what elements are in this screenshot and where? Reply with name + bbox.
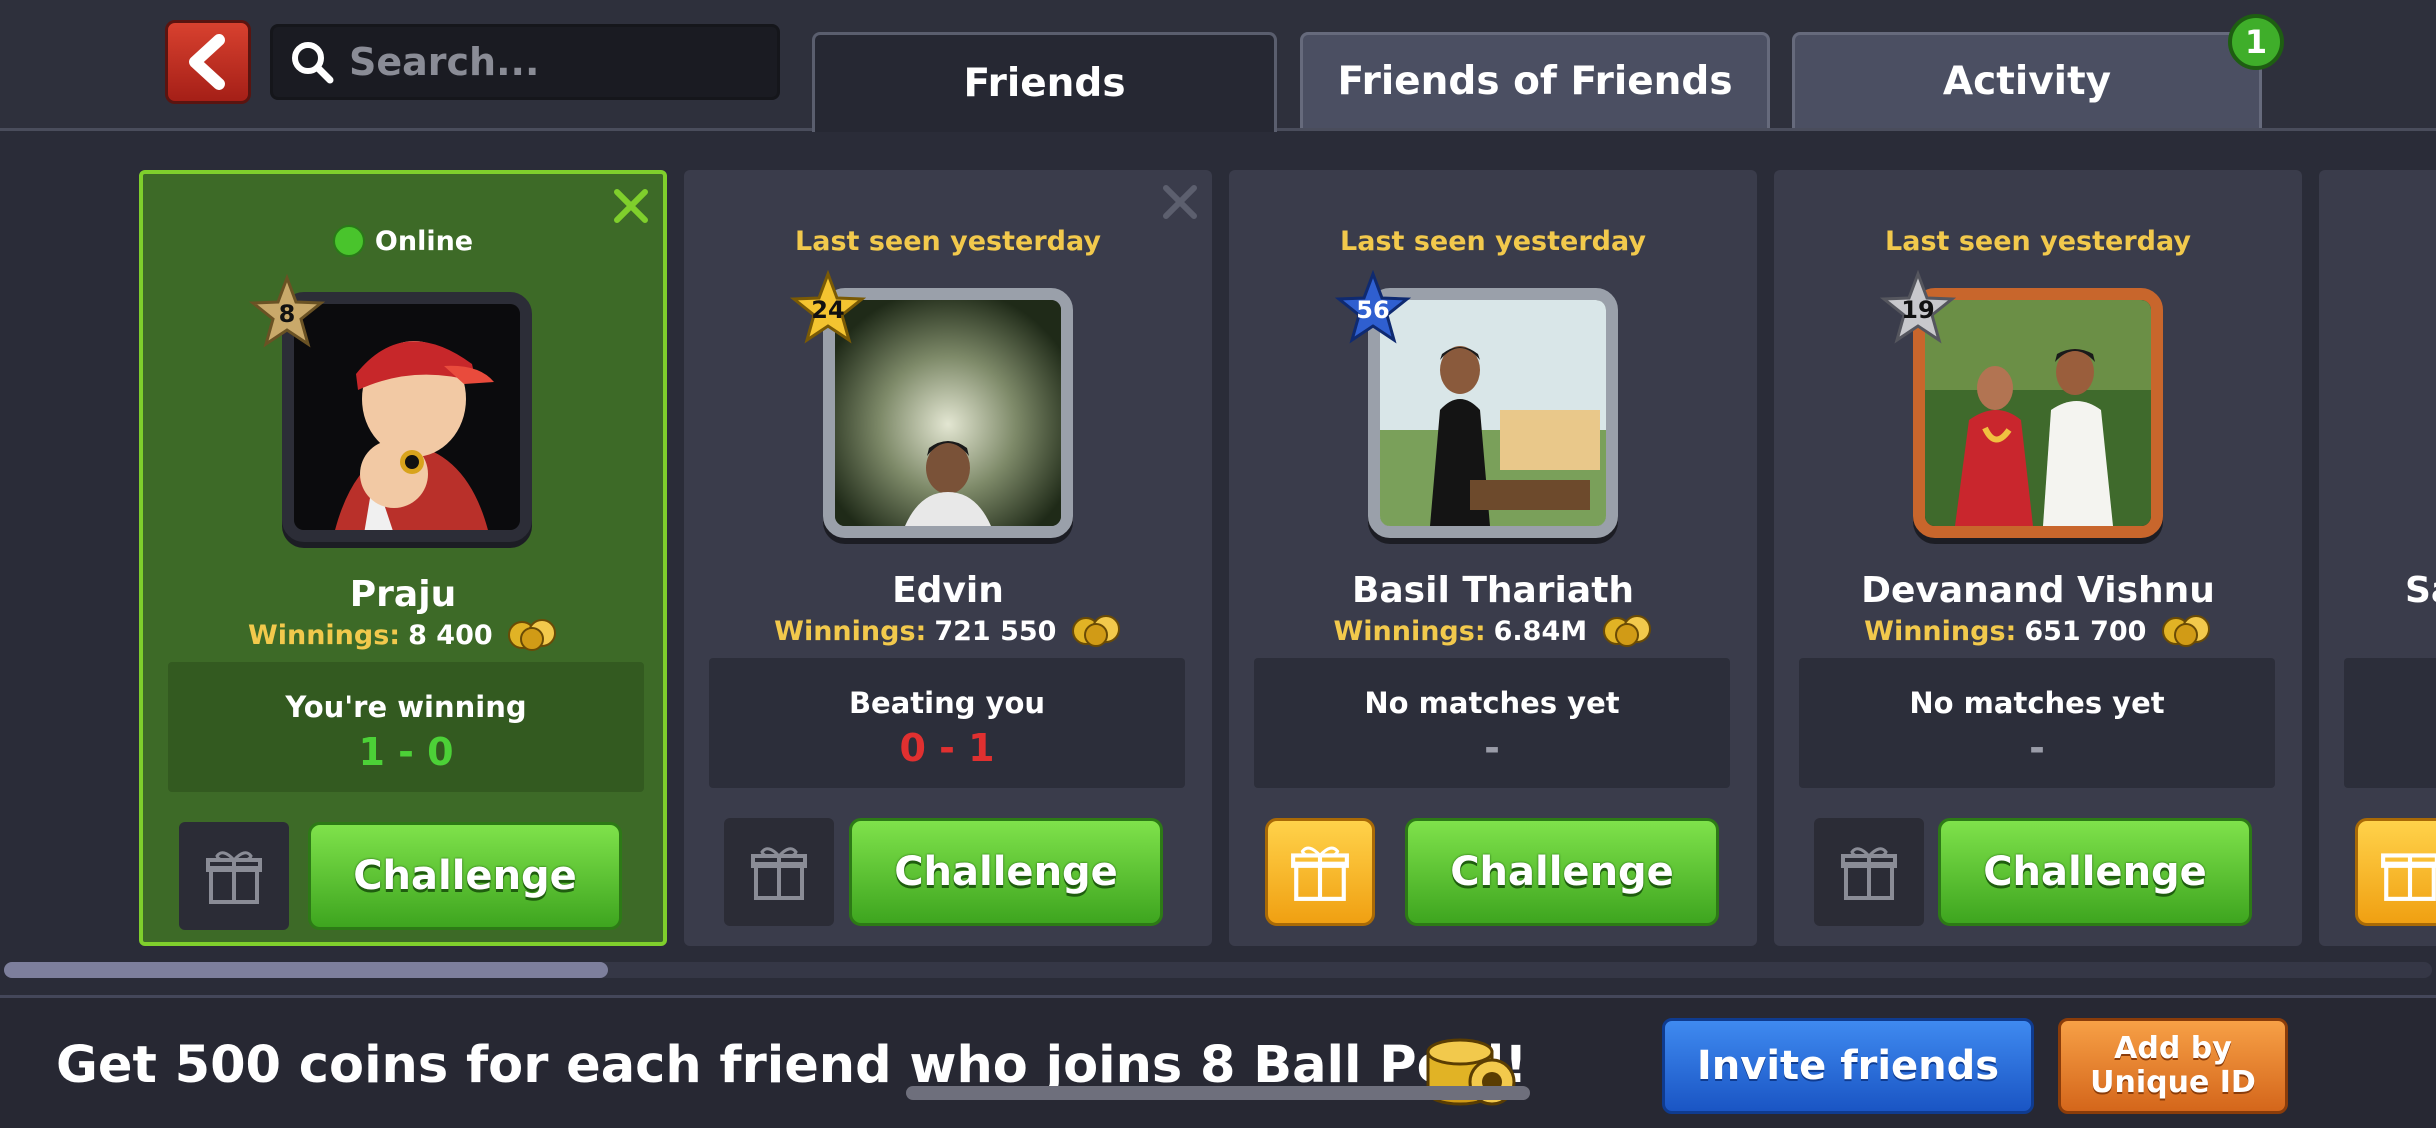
tab-friends[interactable]: Friends <box>812 32 1277 132</box>
challenge-button[interactable]: Challenge <box>1938 818 2252 926</box>
level-badge: 8 <box>248 273 326 350</box>
status-text: Last seen yesterday <box>795 226 1101 257</box>
record-score: 0 - 1 <box>899 726 995 770</box>
avatar[interactable] <box>1380 300 1606 526</box>
coins-icon <box>508 618 557 651</box>
match-record: No matches yet - <box>1254 658 1730 788</box>
gift-button[interactable] <box>724 818 834 926</box>
record-label: You're winning <box>285 690 527 724</box>
coins-icon <box>2161 614 2210 647</box>
tab-label: Activity <box>1942 59 2112 104</box>
top-bar: Friends Friends of Friends Activity 1 <box>0 0 2436 132</box>
challenge-button[interactable]: Challenge <box>308 822 622 930</box>
friend-card: Last seen yesterday 24 Edvin Winnings: 72… <box>684 170 1212 946</box>
avatar[interactable] <box>294 304 520 530</box>
tab-label: Friends of Friends <box>1337 59 1733 104</box>
match-record: Beating you 0 - 1 <box>709 658 1185 788</box>
record-label: Beating you <box>848 686 1046 720</box>
gift-button[interactable] <box>179 822 289 930</box>
winnings: Winnings: 6.84M <box>1229 614 1757 647</box>
online-dot-icon <box>332 224 365 257</box>
player-name: Praju <box>349 574 457 615</box>
record-score: - <box>2029 726 2045 770</box>
close-icon[interactable] <box>611 186 651 226</box>
level-badge: 24 <box>789 269 867 346</box>
scrollbar-thumb[interactable] <box>4 962 608 978</box>
match-record: No matches yet - <box>1799 658 2275 788</box>
friend-card: Last seen yesterday 56 Basil Thariath Wi… <box>1229 170 1757 946</box>
tab-activity[interactable]: Activity <box>1792 32 2262 128</box>
status-text: Online <box>143 224 663 257</box>
record-score: 1 - 0 <box>358 730 454 774</box>
bottom-bar: Get 500 coins for each friend who joins … <box>0 995 2436 1128</box>
match-record: You're winning 1 - 0 <box>168 662 644 792</box>
gift-button[interactable] <box>1814 818 1924 926</box>
avatar[interactable] <box>1925 300 2151 526</box>
search-box[interactable] <box>270 24 780 100</box>
chevron-left-icon <box>189 34 225 90</box>
level-badge: 56 <box>1334 269 1412 346</box>
coins-icon <box>1071 614 1120 647</box>
gift-button[interactable] <box>2355 818 2436 926</box>
notification-badge: 1 <box>2228 14 2284 70</box>
friend-card: Online 8 Praju Winnings: 8 400 You're win… <box>139 170 667 946</box>
status-text: Last seen yesterday <box>1885 226 2191 257</box>
close-icon[interactable] <box>1160 182 1200 222</box>
gift-icon <box>2381 853 2436 901</box>
winnings: Winnings: 8 400 <box>143 618 663 651</box>
friend-card-partial: Sa <box>2319 170 2436 946</box>
gift-icon <box>1291 846 1349 901</box>
friend-card: Last seen yesterday 19 Devanand Vishnu W… <box>1774 170 2302 946</box>
gift-icon <box>206 851 262 904</box>
gift-icon <box>751 847 807 900</box>
winnings: Winnings: 651 700 <box>1774 614 2302 647</box>
coins-icon <box>1602 614 1651 647</box>
horizontal-scrollbar[interactable] <box>4 962 2432 978</box>
avatar[interactable] <box>835 300 1061 526</box>
record-label: No matches yet <box>1909 686 2165 720</box>
winnings: Winnings: 721 550 <box>684 614 1212 647</box>
tab-label: Friends <box>963 61 1126 106</box>
record-label: No matches yet <box>1364 686 1620 720</box>
record-score: - <box>1484 726 1500 770</box>
player-name: Sa <box>2405 570 2436 611</box>
gift-icon <box>1841 847 1897 900</box>
player-name: Basil Thariath <box>1351 570 1635 611</box>
tab-friends-of-friends[interactable]: Friends of Friends <box>1300 32 1770 128</box>
match-record <box>2344 658 2436 788</box>
add-by-unique-id-button[interactable]: Add by Unique ID <box>2058 1018 2288 1114</box>
back-button[interactable] <box>165 20 251 104</box>
player-name: Devanand Vishnu <box>1861 570 2215 611</box>
gift-button[interactable] <box>1265 818 1375 926</box>
player-name: Edvin <box>892 570 1004 611</box>
search-icon <box>292 42 334 84</box>
challenge-button[interactable]: Challenge <box>849 818 1163 926</box>
level-badge: 19 <box>1879 269 1957 346</box>
home-indicator[interactable] <box>906 1086 1530 1100</box>
challenge-button[interactable]: Challenge <box>1405 818 1719 926</box>
status-text: Last seen yesterday <box>1340 226 1646 257</box>
search-input[interactable] <box>347 39 751 85</box>
invite-friends-button[interactable]: Invite friends <box>1662 1018 2034 1114</box>
